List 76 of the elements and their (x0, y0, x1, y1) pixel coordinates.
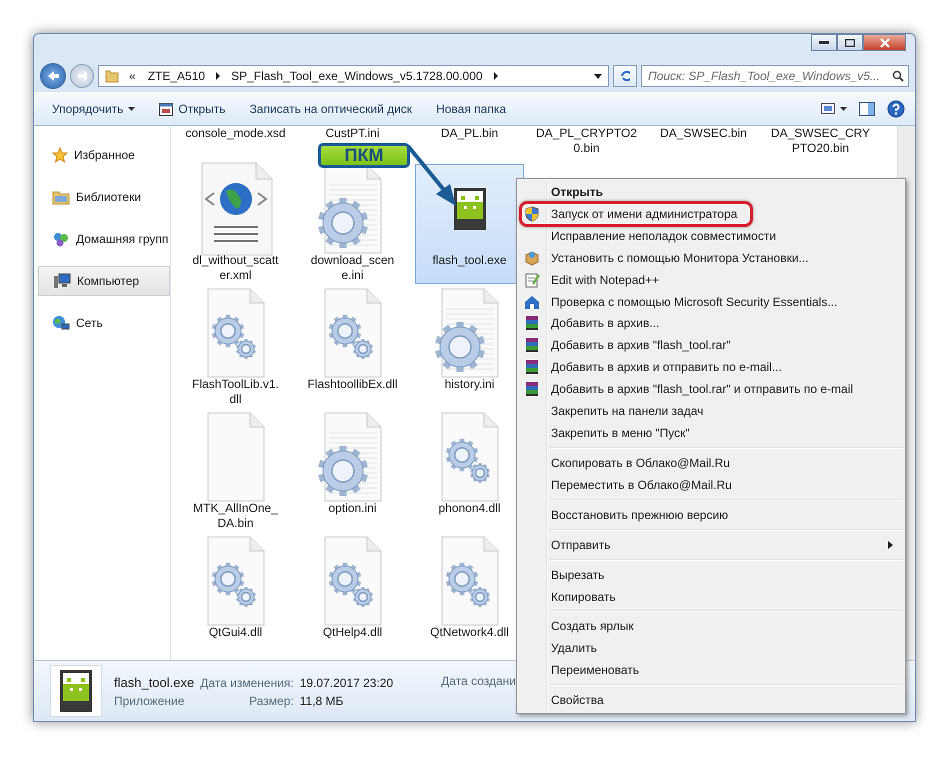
file-item[interactable]: QtGui4.dll (181, 536, 290, 656)
file-name[interactable]: DA_SWSEC_CRYPTO20.bin (762, 126, 879, 156)
open-button[interactable]: Открыть (151, 98, 234, 120)
maximize-icon (845, 38, 855, 46)
search-icon (892, 70, 904, 82)
file-item[interactable]: dl_without_scatter.xml (181, 164, 290, 284)
file-item[interactable]: MTK_AllInOne_DA.bin (181, 412, 290, 532)
sidebar-item[interactable]: Сеть (38, 302, 170, 344)
breadcrumb[interactable]: ZTE_A510 (146, 69, 208, 83)
chevron-icon[interactable] (215, 72, 222, 80)
folder-icon (105, 69, 119, 83)
view-options-icon[interactable] (821, 103, 847, 115)
toolbar-button[interactable]: Новая папка (428, 98, 514, 120)
archive-icon (524, 381, 540, 398)
file-item[interactable]: option.ini (298, 412, 407, 532)
file-item[interactable]: FlashtoollibEx.dll (298, 288, 407, 408)
menu-item[interactable]: Переименовать (519, 659, 903, 682)
submenu-arrow-icon (888, 540, 893, 549)
android-app-icon (60, 670, 92, 712)
notepad-icon (524, 272, 540, 288)
computer-icon (53, 273, 71, 289)
organize-button[interactable]: Упорядочить (44, 98, 144, 120)
file-item[interactable]: flash_tool.exe (415, 164, 524, 284)
file-type-text: Приложение (114, 694, 186, 708)
forward-button[interactable] (70, 64, 94, 88)
sidebar-item[interactable]: Избранное (38, 134, 170, 176)
minimize-button[interactable] (811, 34, 837, 51)
size-value: 11,8 МБ (300, 694, 344, 708)
back-arrow-icon (47, 70, 59, 82)
maximize-button[interactable] (837, 34, 863, 51)
search-field[interactable]: Поиск: SP_Flash_Tool_exe_Windows_v5... (641, 65, 909, 87)
close-button[interactable] (863, 34, 906, 51)
close-icon (880, 38, 890, 48)
archive-icon (524, 337, 540, 354)
help-icon[interactable] (887, 100, 905, 118)
preview-pane-icon[interactable] (859, 102, 875, 116)
size-label: Размер: (248, 694, 294, 708)
forward-arrow-icon (77, 70, 87, 82)
archive-icon (524, 359, 540, 376)
breadcrumb[interactable]: SP_Flash_Tool_exe_Windows_v5.1728.00.000 (229, 69, 485, 83)
breadcrumb-overflow[interactable]: « (127, 69, 138, 83)
toolbar-button[interactable]: Записать на оптический диск (242, 98, 420, 120)
chevron-icon[interactable] (492, 72, 499, 80)
sidebar-item[interactable]: Домашняя групп (38, 218, 170, 260)
menu-item[interactable]: Свойства (519, 689, 903, 712)
file-name[interactable]: DA_PL.bin (411, 126, 528, 141)
file-name[interactable]: console_mode.xsd (177, 126, 294, 141)
star-icon (52, 147, 68, 163)
back-button[interactable] (40, 63, 66, 89)
package-icon (524, 250, 540, 266)
file-name-text: flash_tool.exe (114, 674, 194, 690)
modified-value: 19.07.2017 23:20 (300, 676, 394, 690)
modified-label: Дата изменения: (200, 676, 294, 690)
file-item[interactable]: FlashToolLib.v1.dll (181, 288, 290, 408)
folder-icon (52, 189, 70, 205)
homegroup-icon (52, 231, 70, 247)
sidebar-item[interactable]: Компьютер (38, 266, 170, 296)
dropdown-caret-icon[interactable] (594, 74, 602, 78)
window-icon (159, 102, 174, 116)
file-item[interactable]: QtHelp4.dll (298, 536, 407, 656)
file-name[interactable]: DA_PL_CRYPTO20.bin (528, 126, 645, 156)
network-icon (52, 315, 70, 331)
callout-label: ПКМ (318, 143, 410, 168)
file-name[interactable]: DA_SWSEC.bin (645, 126, 762, 141)
android-app-icon (454, 188, 486, 230)
shield-icon (524, 206, 540, 222)
refresh-button[interactable] (613, 65, 637, 87)
refresh-icon (620, 70, 630, 82)
address-field[interactable]: « ZTE_A510 SP_Flash_Tool_exe_Windows_v5.1728.00.000 (98, 65, 609, 87)
minimize-icon (819, 40, 829, 44)
caret-icon (128, 107, 136, 111)
file-name[interactable]: CustPT.ini (294, 126, 411, 141)
created-label: Дата создани (441, 674, 516, 688)
archive-icon (524, 315, 540, 332)
sidebar-item[interactable]: Библиотеки (38, 176, 170, 218)
house-icon (524, 294, 540, 310)
